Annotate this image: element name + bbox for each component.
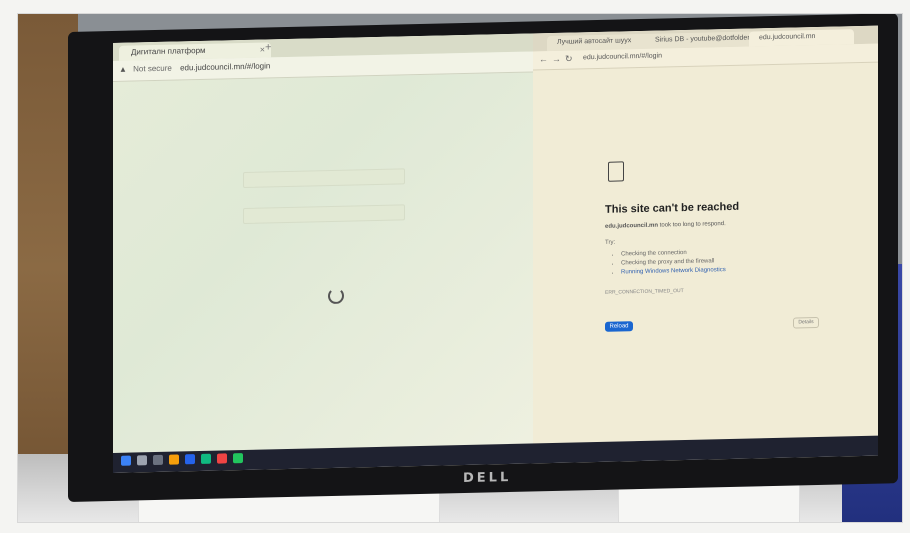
suggestion-item: Running Windows Network Diagnostics <box>621 267 726 275</box>
details-button[interactable]: Details <box>793 316 819 329</box>
diagnostics-link[interactable]: Running Windows Network Diagnostics <box>621 267 726 275</box>
password-field-faint[interactable] <box>243 204 405 225</box>
app-icon[interactable] <box>201 453 211 464</box>
try-label: Try: <box>605 239 616 246</box>
suggestion-item: Checking the proxy and the firewall <box>621 258 726 266</box>
app-icon[interactable] <box>233 453 243 464</box>
task-view-icon[interactable] <box>153 454 163 466</box>
not-secure-label: Not secure <box>133 63 172 74</box>
app-icon[interactable] <box>185 454 195 465</box>
left-browser-window: Дигиталн платформ × + ▲ Not secure edu.j… <box>113 33 533 453</box>
tab-title: Дигиталн платформ <box>131 45 206 57</box>
chrome-icon[interactable] <box>217 453 227 464</box>
username-field-faint[interactable] <box>243 168 405 189</box>
warning-triangle-icon: ▲ <box>119 64 127 74</box>
loading-spinner-icon <box>328 287 344 305</box>
screen: Дигиталн платформ × + ▲ Not secure edu.j… <box>113 25 878 473</box>
nav-buttons[interactable]: ←→↻ <box>539 53 577 65</box>
error-code: ERR_CONNECTION_TIMED_OUT <box>605 288 684 296</box>
error-subtitle: edu.judcouncil.mn took too long to respo… <box>605 221 726 230</box>
reload-button[interactable]: Reload <box>605 321 633 332</box>
taskbar-icons <box>121 453 243 466</box>
file-explorer-icon[interactable] <box>169 454 179 465</box>
url-text: edu.judcouncil.mn/#/login <box>180 61 271 73</box>
url-text: edu.judcouncil.mn/#/login <box>583 52 662 62</box>
start-icon[interactable] <box>121 455 131 466</box>
monitor: Дигиталн платформ × + ▲ Not secure edu.j… <box>68 14 898 502</box>
right-browser-window: Лучший автосайт шуух Sirius DB - youtube… <box>533 25 878 444</box>
new-tab-icon[interactable]: + <box>265 41 271 53</box>
photo-frame: Дигиталн платформ × + ▲ Not secure edu.j… <box>18 14 902 522</box>
system-tray[interactable] <box>866 441 868 447</box>
suggestion-item: Checking the connection <box>621 249 726 257</box>
dell-logo: DELL <box>463 469 512 487</box>
login-heading-faint <box>243 120 246 134</box>
error-host: edu.judcouncil.mn <box>605 222 659 230</box>
error-sub-text: took too long to respond. <box>659 221 726 229</box>
paper-sheet <box>618 484 800 522</box>
sad-document-icon <box>608 161 624 182</box>
suggestion-list: Checking the connection Checking the pro… <box>613 249 726 279</box>
url-display: ▲ Not secure edu.judcouncil.mn/#/login <box>119 61 270 73</box>
error-title: This site can't be reached <box>605 200 740 216</box>
search-icon[interactable] <box>137 455 147 466</box>
